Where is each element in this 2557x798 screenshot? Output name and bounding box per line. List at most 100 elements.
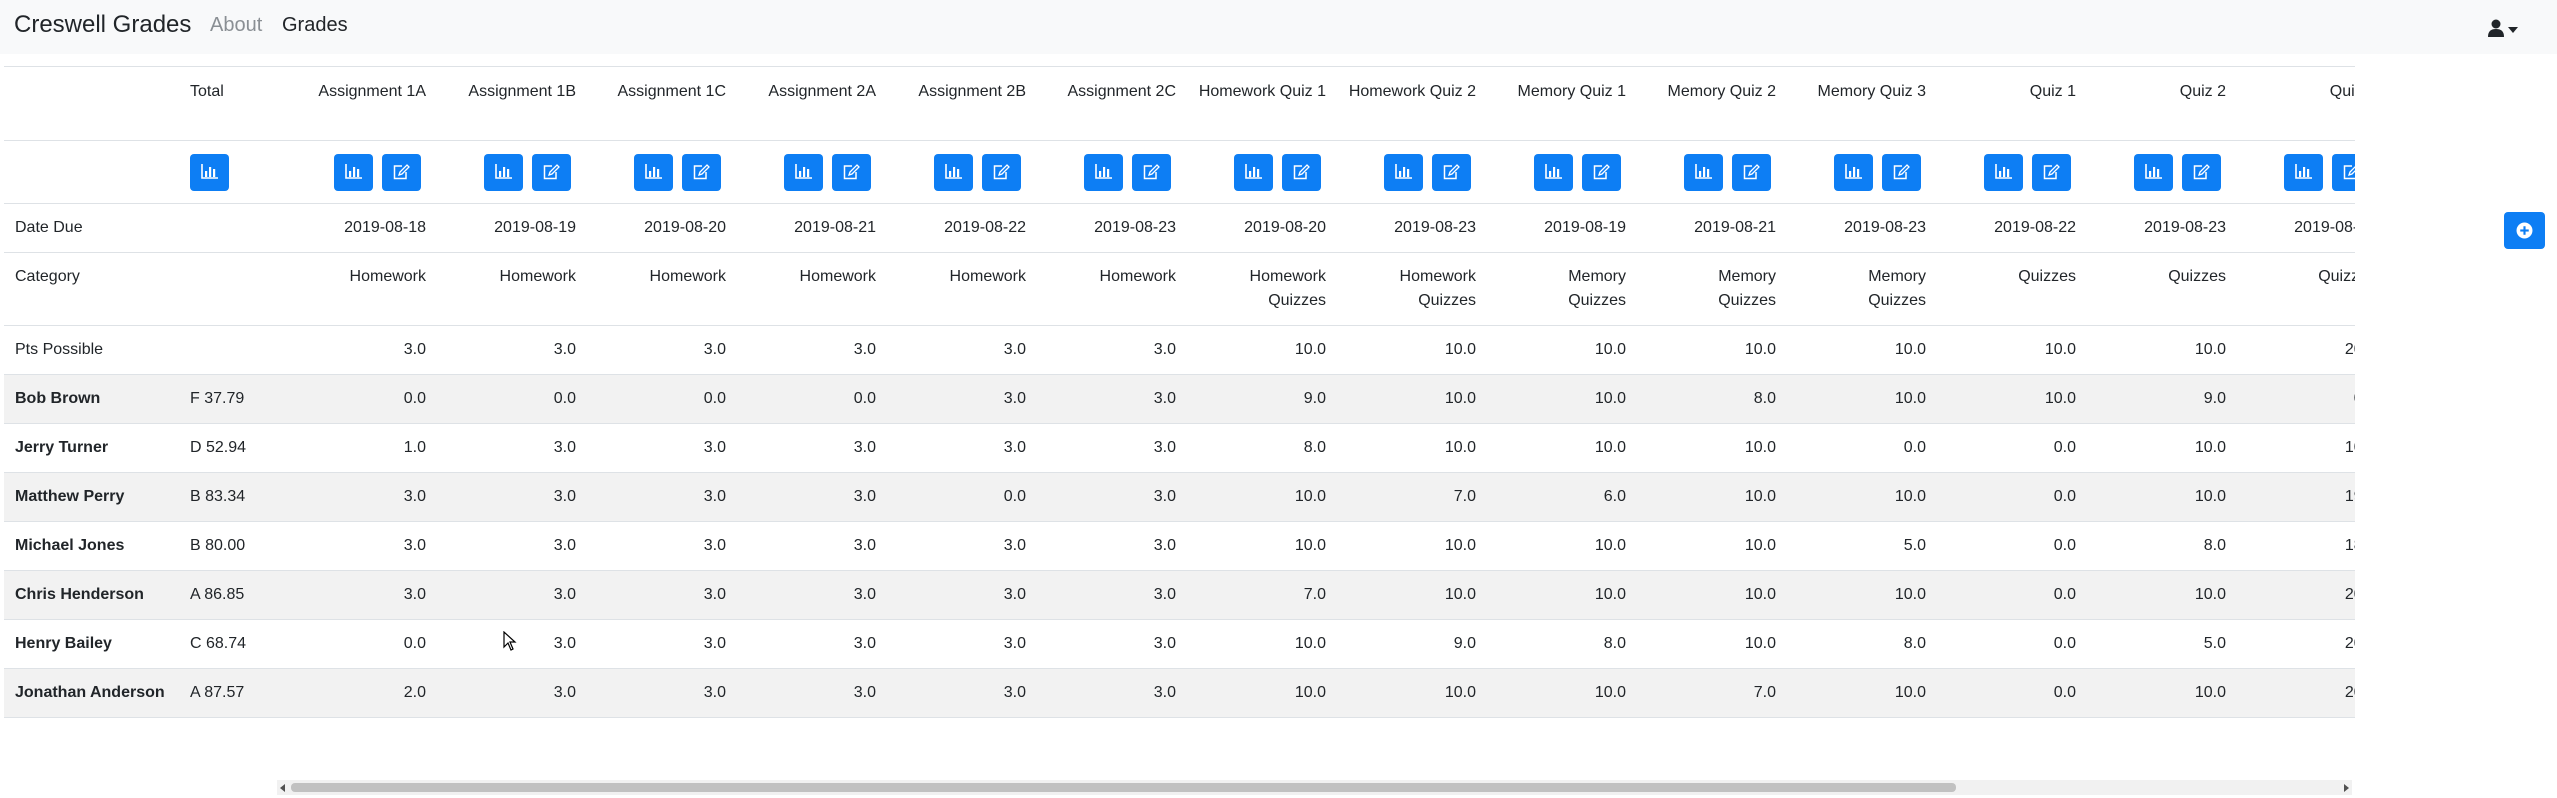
column-title[interactable]: Homework Quiz 2 — [1338, 67, 1476, 104]
column-title[interactable]: Memory Quiz 2 — [1638, 67, 1776, 104]
score-cell[interactable]: 3.0 — [1036, 681, 1176, 705]
score-cell[interactable]: 19.0 — [2236, 485, 2355, 509]
score-cell[interactable]: 3.0 — [736, 583, 876, 607]
user-menu[interactable] — [2488, 19, 2522, 39]
score-cell[interactable]: 10.0 — [1786, 583, 1926, 607]
column-stats-button[interactable] — [334, 154, 373, 191]
score-cell[interactable]: 3.0 — [1036, 485, 1176, 509]
column-stats-button[interactable] — [784, 154, 823, 191]
score-cell[interactable]: 0.0 — [2236, 387, 2355, 411]
score-cell[interactable]: 0.0 — [1936, 485, 2076, 509]
score-cell[interactable]: 1.0 — [286, 436, 426, 460]
score-cell[interactable]: 10.0 — [2086, 485, 2226, 509]
scrollbar-thumb[interactable] — [291, 783, 1956, 792]
nav-about[interactable]: About — [210, 14, 262, 37]
column-stats-button[interactable] — [1684, 154, 1723, 191]
column-stats-button[interactable] — [1834, 154, 1873, 191]
score-cell[interactable]: 10.0 — [1786, 681, 1926, 705]
score-cell[interactable]: 3.0 — [586, 534, 726, 558]
score-cell[interactable]: 3.0 — [586, 485, 726, 509]
column-title[interactable]: Quiz 2 — [2088, 67, 2226, 104]
score-cell[interactable]: 8.0 — [1186, 436, 1326, 460]
column-title[interactable]: Memory Quiz 3 — [1788, 67, 1926, 104]
score-cell[interactable]: 10.0 — [1336, 387, 1476, 411]
score-cell[interactable]: 10.0 — [1186, 485, 1326, 509]
score-cell[interactable]: 3.0 — [1036, 436, 1176, 460]
column-title[interactable]: Memory Quiz 1 — [1488, 67, 1626, 104]
column-stats-button[interactable] — [2284, 154, 2323, 191]
column-edit-button[interactable] — [1732, 154, 1771, 191]
score-cell[interactable]: 10.0 — [1336, 681, 1476, 705]
column-edit-button[interactable] — [2182, 154, 2221, 191]
score-cell[interactable]: 7.0 — [1186, 583, 1326, 607]
score-cell[interactable]: 7.0 — [1336, 485, 1476, 509]
score-cell[interactable]: 0.0 — [1786, 436, 1926, 460]
score-cell[interactable]: 10.0 — [1486, 534, 1626, 558]
score-cell[interactable]: 10.0 — [1636, 583, 1776, 607]
score-cell[interactable]: 3.0 — [736, 534, 876, 558]
score-cell[interactable]: 0.0 — [1936, 583, 2076, 607]
score-cell[interactable]: 10.0 — [1636, 632, 1776, 656]
column-stats-button[interactable] — [1534, 154, 1573, 191]
score-cell[interactable]: 20.0 — [2236, 583, 2355, 607]
student-name[interactable]: Bob Brown — [15, 387, 100, 411]
column-edit-button[interactable] — [1282, 154, 1321, 191]
score-cell[interactable]: 0.0 — [736, 387, 876, 411]
score-cell[interactable]: 3.0 — [886, 534, 1026, 558]
score-cell[interactable]: 3.0 — [886, 583, 1026, 607]
score-cell[interactable]: 3.0 — [886, 387, 1026, 411]
column-title[interactable]: Homework Quiz 1 — [1188, 67, 1326, 104]
column-edit-button[interactable] — [682, 154, 721, 191]
score-cell[interactable]: 3.0 — [436, 485, 576, 509]
student-name[interactable]: Matthew Perry — [15, 485, 124, 509]
brand[interactable]: Creswell Grades — [14, 11, 191, 39]
score-cell[interactable]: 3.0 — [286, 583, 426, 607]
column-title[interactable]: Assignment 2B — [888, 67, 1026, 104]
score-cell[interactable]: 10.0 — [1636, 485, 1776, 509]
score-cell[interactable]: 3.0 — [736, 485, 876, 509]
score-cell[interactable]: 8.0 — [1786, 632, 1926, 656]
student-name[interactable]: Jerry Turner — [15, 436, 108, 460]
column-edit-button[interactable] — [1132, 154, 1171, 191]
score-cell[interactable]: 3.0 — [886, 632, 1026, 656]
score-cell[interactable]: 6.0 — [1486, 485, 1626, 509]
column-title[interactable]: Assignment 1C — [588, 67, 727, 104]
score-cell[interactable]: 3.0 — [736, 632, 876, 656]
score-cell[interactable]: 0.0 — [1936, 632, 2076, 656]
score-cell[interactable]: 3.0 — [436, 583, 576, 607]
score-cell[interactable]: 8.0 — [2086, 534, 2226, 558]
score-cell[interactable]: 10.0 — [1936, 387, 2076, 411]
column-edit-button[interactable] — [1432, 154, 1471, 191]
column-stats-button[interactable] — [934, 154, 973, 191]
column-stats-button[interactable] — [2134, 154, 2173, 191]
score-cell[interactable]: 9.0 — [1336, 632, 1476, 656]
total-stats-button[interactable] — [190, 154, 229, 191]
score-cell[interactable]: 10.0 — [1486, 583, 1626, 607]
score-cell[interactable]: 0.0 — [886, 485, 1026, 509]
scroll-left-icon[interactable] — [280, 784, 285, 792]
score-cell[interactable]: 0.0 — [1936, 534, 2076, 558]
score-cell[interactable]: 3.0 — [1036, 583, 1176, 607]
scroll-right-icon[interactable] — [2344, 784, 2349, 792]
score-cell[interactable]: 3.0 — [586, 436, 726, 460]
score-cell[interactable]: 3.0 — [436, 436, 576, 460]
column-stats-button[interactable] — [1984, 154, 2023, 191]
column-stats-button[interactable] — [1084, 154, 1123, 191]
column-edit-button[interactable] — [382, 154, 421, 191]
student-name[interactable]: Chris Henderson — [15, 583, 144, 607]
score-cell[interactable]: 10.0 — [1336, 583, 1476, 607]
score-cell[interactable]: 10.0 — [1786, 387, 1926, 411]
score-cell[interactable]: 8.0 — [1636, 387, 1776, 411]
score-cell[interactable]: 9.0 — [1186, 387, 1326, 411]
nav-grades[interactable]: Grades — [282, 14, 348, 37]
column-edit-button[interactable] — [2032, 154, 2071, 191]
score-cell[interactable]: 3.0 — [586, 632, 726, 656]
score-cell[interactable]: 10.0 — [1336, 436, 1476, 460]
score-cell[interactable]: 9.0 — [2086, 387, 2226, 411]
column-title[interactable]: Assignment 1B — [438, 67, 576, 104]
score-cell[interactable]: 10.0 — [1186, 534, 1326, 558]
score-cell[interactable]: 3.0 — [286, 485, 426, 509]
score-cell[interactable]: 7.0 — [1636, 681, 1776, 705]
add-assignment-button[interactable] — [2504, 212, 2545, 249]
score-cell[interactable]: 3.0 — [1036, 387, 1176, 411]
